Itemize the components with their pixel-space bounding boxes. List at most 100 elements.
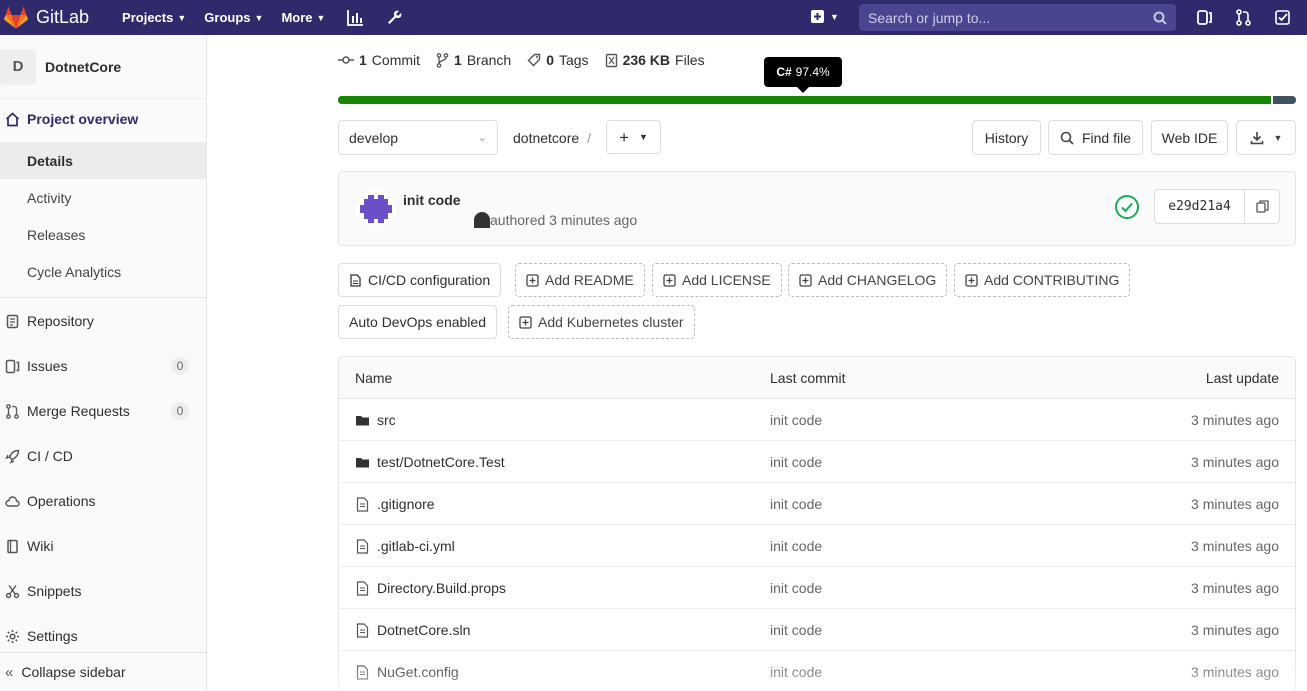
sidebar-item-snippets[interactable]: Snippets xyxy=(0,573,206,609)
sidebar-item-ci-cd[interactable]: CI / CD xyxy=(0,438,206,474)
sidebar-sub-details[interactable]: Details xyxy=(0,142,206,179)
sidebar-item-merge-requests[interactable]: Merge Requests 0 xyxy=(0,393,206,429)
file-last-commit-link[interactable]: init code xyxy=(770,399,822,441)
copy-sha-button[interactable] xyxy=(1245,190,1279,223)
file-last-update: 3 minutes ago xyxy=(1191,412,1279,428)
plus-square-icon xyxy=(663,273,676,287)
branches-label: Branch xyxy=(466,52,512,68)
sidebar-item-wiki[interactable]: Wiki xyxy=(0,528,206,564)
table-row[interactable]: .gitlab-ci.yml init code 3 minutes ago xyxy=(339,525,1295,567)
table-row[interactable]: Directory.Build.props init code 3 minutes … xyxy=(339,567,1295,609)
commit-author-avatar[interactable] xyxy=(356,189,396,229)
sidebar-sub-cycle-analytics[interactable]: Cycle Analytics xyxy=(0,253,206,290)
file-last-commit-link[interactable]: init code xyxy=(770,609,822,651)
admin-wrench-icon[interactable] xyxy=(386,9,403,26)
tooltip-arrow xyxy=(797,87,809,93)
file-name-link[interactable]: .gitlab-ci.yml xyxy=(355,525,455,567)
branch-selector[interactable]: develop ⌄ xyxy=(338,120,498,155)
column-header-last-update: Last update xyxy=(1205,370,1279,386)
sidebar-sub-releases[interactable]: Releases xyxy=(0,216,206,253)
web-ide-button[interactable]: Web IDE xyxy=(1151,120,1228,155)
add-license-label: Add LICENSE xyxy=(682,272,771,288)
file-icon xyxy=(356,496,369,512)
chevron-down-icon: ▼ xyxy=(177,12,187,23)
sidebar-item-operations[interactable]: Operations xyxy=(0,483,206,519)
collapse-sidebar-button[interactable]: « Collapse sidebar xyxy=(0,652,206,691)
issues-icon[interactable] xyxy=(1196,9,1213,26)
file-last-commit-link[interactable]: init code xyxy=(770,651,822,690)
sidebar-item-project-overview[interactable]: Project overview xyxy=(0,101,206,137)
commit-icon xyxy=(338,56,354,64)
plus-square-icon xyxy=(799,273,812,287)
add-license-button[interactable]: Add LICENSE xyxy=(652,263,782,297)
archive-file-icon xyxy=(605,53,617,67)
sidebar-item-issues[interactable]: Issues 0 xyxy=(0,348,206,384)
todo-check-icon[interactable] xyxy=(1274,9,1291,26)
add-changelog-button[interactable]: Add CHANGELOG xyxy=(788,263,948,297)
file-name-link[interactable]: NuGet.config xyxy=(355,651,459,690)
collapse-sidebar-label: Collapse sidebar xyxy=(21,664,126,680)
issues-icon xyxy=(4,358,20,374)
sidebar-sub-activity[interactable]: Activity xyxy=(0,179,206,216)
plus-square-icon xyxy=(519,315,532,329)
sidebar-item-label: Merge Requests xyxy=(27,403,130,419)
scissors-icon xyxy=(4,583,20,599)
file-name-link[interactable]: Directory.Build.props xyxy=(355,567,506,609)
language-segment[interactable] xyxy=(1271,96,1296,104)
file-last-commit-link[interactable]: init code xyxy=(770,567,822,609)
file-last-update: 3 minutes ago xyxy=(1191,454,1279,470)
folder-icon xyxy=(356,415,369,425)
table-row[interactable]: src init code 3 minutes ago xyxy=(339,399,1295,441)
file-name-link[interactable]: test/DotnetCore.Test xyxy=(355,441,505,483)
table-row[interactable]: DotnetCore.sln init code 3 minutes ago xyxy=(339,609,1295,651)
file-icon xyxy=(350,273,361,287)
file-last-commit-link[interactable]: init code xyxy=(770,483,822,525)
file-name-link[interactable]: src xyxy=(355,399,396,441)
file-name-link[interactable]: DotnetCore.sln xyxy=(355,609,470,651)
commits-stat[interactable]: 1 Commit xyxy=(338,52,420,68)
language-segment[interactable] xyxy=(338,96,1272,104)
gitlab-logo-icon xyxy=(4,6,28,28)
tags-stat[interactable]: 0 Tags xyxy=(527,52,589,68)
table-row[interactable]: NuGet.config init code 3 minutes ago xyxy=(339,651,1295,690)
file-tree-table: Name Last commit Last update src init cod… xyxy=(338,356,1296,691)
gitlab-home-link[interactable]: GitLab xyxy=(4,0,89,35)
file-last-commit-link[interactable]: init code xyxy=(770,441,822,483)
new-item-dropdown[interactable]: ▼ xyxy=(810,9,839,24)
add-contributing-button[interactable]: Add CONTRIBUTING xyxy=(954,263,1131,297)
cicd-configuration-button[interactable]: CI/CD configuration xyxy=(338,263,502,297)
plus-icon: + xyxy=(619,127,629,147)
table-row[interactable]: test/DotnetCore.Test init code 3 minutes a… xyxy=(339,441,1295,483)
add-to-tree-dropdown[interactable]: + ▼ xyxy=(606,120,661,154)
pipeline-passed-icon[interactable] xyxy=(1114,194,1140,220)
table-row[interactable]: .gitignore init code 3 minutes ago xyxy=(339,483,1295,525)
file-name: .gitignore xyxy=(377,496,435,512)
add-readme-button[interactable]: Add README xyxy=(515,263,645,297)
add-kubernetes-cluster-button[interactable]: Add Kubernetes cluster xyxy=(508,305,695,339)
sidebar-project-header[interactable]: D DotnetCore xyxy=(0,35,206,99)
history-button[interactable]: History xyxy=(972,120,1041,155)
auto-devops-button[interactable]: Auto DevOps enabled xyxy=(338,305,497,339)
find-file-button[interactable]: Find file xyxy=(1048,120,1143,155)
file-last-commit-link[interactable]: init code xyxy=(770,525,822,567)
nav-projects[interactable]: Projects ▼ xyxy=(122,10,186,25)
branches-stat[interactable]: 1 Branch xyxy=(436,52,511,68)
download-dropdown[interactable]: ▼ xyxy=(1236,120,1296,155)
home-icon xyxy=(4,111,20,127)
files-label: Files xyxy=(675,52,705,68)
language-tooltip: C# 97.4% xyxy=(764,57,842,87)
search-input[interactable]: Search or jump to... xyxy=(859,4,1176,31)
sidebar-item-settings[interactable]: Settings xyxy=(0,618,206,654)
merge-request-icon[interactable] xyxy=(1235,9,1252,26)
files-stat[interactable]: 236 KB Files xyxy=(605,52,705,68)
sidebar-item-label: Repository xyxy=(27,313,94,329)
file-name-link[interactable]: .gitignore xyxy=(355,483,435,525)
activity-chart-icon[interactable] xyxy=(347,9,364,26)
commit-sha[interactable]: e29d21a4 xyxy=(1155,190,1245,223)
nav-groups[interactable]: Groups ▼ xyxy=(204,10,263,25)
commit-title-link[interactable]: init code xyxy=(403,192,461,208)
breadcrumb-repo-link[interactable]: dotnetcore xyxy=(513,130,579,146)
repository-languages-bar[interactable] xyxy=(338,96,1296,104)
sidebar-item-repository[interactable]: Repository xyxy=(0,303,206,339)
nav-more[interactable]: More ▼ xyxy=(281,10,325,25)
